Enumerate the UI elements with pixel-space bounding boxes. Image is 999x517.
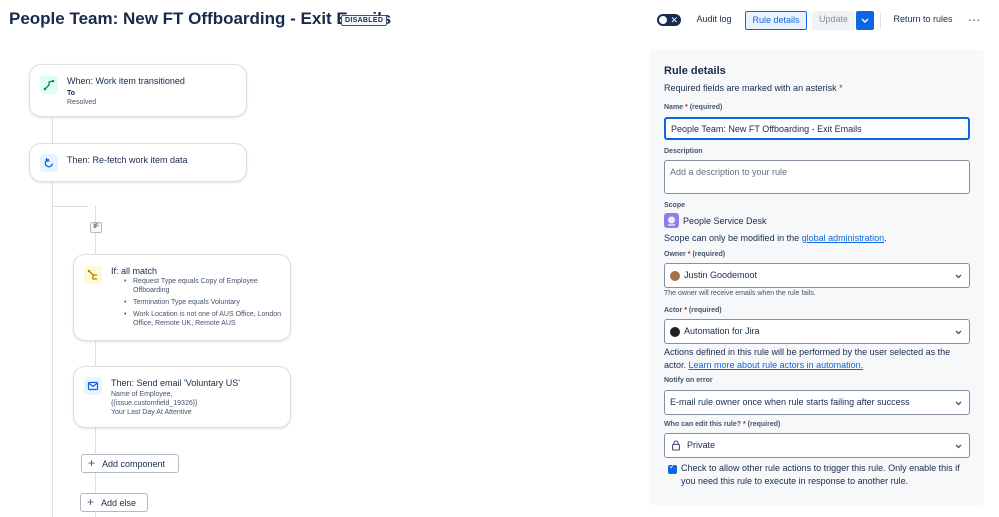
chevron-down-icon — [955, 401, 962, 406]
header-divider — [880, 13, 881, 28]
condition-title: If: all match — [111, 266, 158, 276]
condition-item: Request Type equals Copy of Employee Off… — [121, 277, 291, 295]
add-else-label: Add else — [101, 498, 137, 508]
condition-icon — [84, 266, 102, 284]
edit-permission-label: Who can edit this rule? * (required) — [664, 421, 781, 428]
checkbox-label: Check to allow other rule actions to tri… — [681, 463, 960, 486]
trigger-title: When: Work item transitioned — [67, 76, 185, 86]
if-badge: IF — [90, 222, 102, 233]
owner-label: Owner * (required) — [664, 251, 726, 258]
add-component-button[interactable]: + Add component — [81, 454, 179, 473]
description-field[interactable]: Add a description to your rule — [664, 160, 970, 194]
plus-icon: + — [87, 495, 95, 509]
update-button[interactable]: Update — [812, 11, 855, 30]
trigger-node[interactable]: When: Work item transitioned To Resolved — [29, 64, 247, 117]
rule-canvas: When: Work item transitioned To Resolved… — [0, 40, 650, 517]
connector-line — [52, 117, 53, 143]
status-badge: DISABLED — [341, 15, 388, 26]
page-title: People Team: New FT Offboarding - Exit E… — [9, 9, 392, 28]
scope-label: Scope — [664, 202, 686, 209]
avatar — [670, 271, 680, 281]
notify-select[interactable]: E-mail rule owner once when rule starts … — [664, 390, 970, 415]
chevron-down-icon — [861, 18, 869, 23]
actor-note: Actions defined in this rule will be per… — [664, 347, 951, 370]
automation-icon — [670, 327, 680, 337]
email-line: Your Last Day At Attentive — [111, 409, 192, 416]
notify-value: E-mail rule owner once when rule starts … — [670, 397, 910, 407]
mail-icon — [84, 377, 102, 395]
edit-permission-select[interactable]: Private — [664, 433, 970, 458]
close-icon: ✕ — [670, 15, 678, 25]
panel-heading: Rule details — [664, 65, 726, 77]
required-note: Required fields are marked with an aster… — [664, 83, 843, 93]
send-email-node[interactable]: Then: Send email 'Voluntary US' Name of … — [73, 366, 291, 428]
chevron-down-icon — [955, 330, 962, 335]
toggle-knob — [659, 16, 667, 24]
update-options-button[interactable] — [856, 11, 874, 30]
plus-icon: + — [88, 456, 96, 470]
actor-learn-more-link[interactable]: Learn more about rule actors in automati… — [689, 360, 864, 370]
audit-log-button[interactable]: Audit log — [690, 11, 738, 30]
condition-item: Termination Type equals Voluntary — [121, 298, 291, 307]
edit-permission-value: Private — [687, 440, 716, 450]
chevron-down-icon — [955, 444, 962, 449]
header: People Team: New FT Offboarding - Exit E… — [0, 0, 999, 40]
email-title: Then: Send email 'Voluntary US' — [111, 378, 241, 388]
trigger-to-value: Resolved — [67, 99, 97, 106]
actor-label: Actor * (required) — [664, 307, 722, 314]
refetch-node[interactable]: Then: Re-fetch work item data — [29, 143, 247, 182]
add-else-button[interactable]: + Add else — [80, 493, 148, 512]
name-value: People Team: New FT Offboarding - Exit E… — [671, 124, 862, 134]
rule-details-button[interactable]: Rule details — [745, 11, 807, 30]
refetch-title: Then: Re-fetch work item data — [67, 155, 188, 165]
global-administration-link[interactable]: global administration — [802, 233, 885, 243]
name-field[interactable]: People Team: New FT Offboarding - Exit E… — [664, 117, 970, 140]
lock-icon — [671, 440, 681, 451]
chevron-down-icon — [955, 274, 962, 279]
description-label: Description — [664, 148, 703, 155]
rule-details-panel: Rule details Required fields are marked … — [650, 50, 984, 505]
condition-item: Work Location is not one of AUS Office, … — [121, 310, 291, 328]
condition-node[interactable]: If: all match Request Type equals Copy o… — [73, 254, 291, 341]
actor-select[interactable]: Automation for Jira — [664, 319, 970, 344]
connector-line — [95, 341, 96, 366]
notify-label: Notify on error — [664, 377, 713, 384]
connector-line — [52, 182, 53, 517]
checkmark-icon: ✓ — [669, 462, 676, 471]
branch-icon — [40, 76, 58, 94]
trigger-to-label: To — [67, 90, 76, 97]
connector-line — [52, 206, 88, 207]
scope-value: People Service Desk — [683, 216, 767, 226]
refresh-icon — [40, 154, 58, 172]
scope-note: Scope can only be modified in the global… — [664, 233, 887, 243]
actor-value: Automation for Jira — [684, 326, 760, 336]
return-to-rules-button[interactable]: Return to rules — [886, 11, 960, 30]
rule-enable-toggle[interactable]: ✕ — [657, 14, 681, 26]
condition-list: Request Type equals Copy of Employee Off… — [121, 277, 291, 331]
owner-help: The owner will receive emails when the r… — [664, 290, 816, 297]
add-component-label: Add component — [102, 459, 166, 469]
owner-select[interactable]: Justin Goodemoot — [664, 263, 970, 288]
email-line: Name of Employee, — [111, 391, 173, 398]
description-placeholder: Add a description to your rule — [670, 167, 788, 177]
more-icon[interactable]: ··· — [966, 11, 982, 30]
owner-value: Justin Goodemoot — [684, 270, 758, 280]
allow-rule-trigger-checkbox[interactable]: ✓ — [668, 462, 677, 474]
project-avatar-icon — [664, 213, 679, 228]
email-line: {{issue.customfield_19326}} — [111, 400, 198, 407]
name-label: Name * (required) — [664, 104, 723, 111]
